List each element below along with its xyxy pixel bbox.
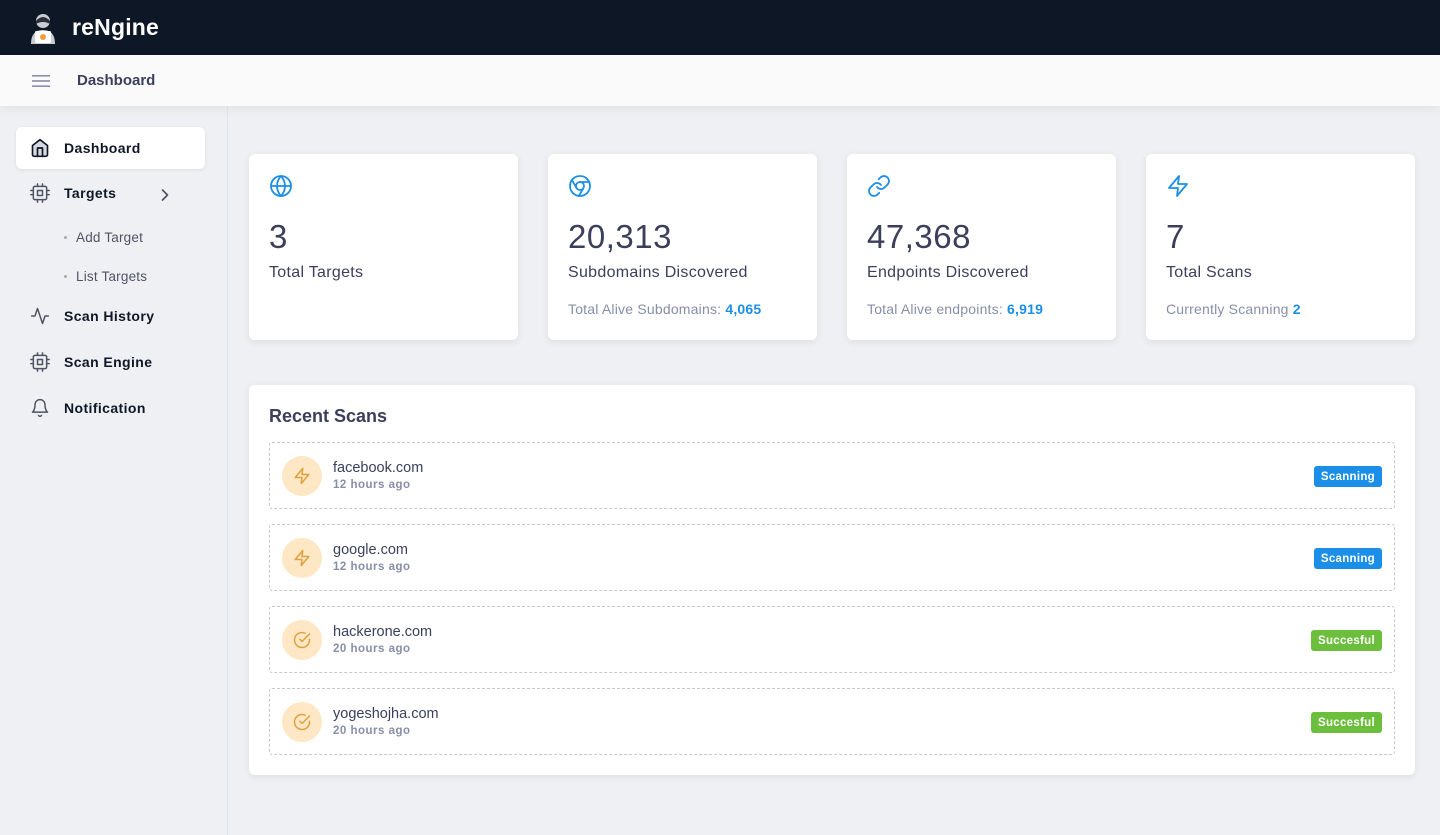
scan-status-icon-wrap	[282, 620, 322, 660]
page-header: Dashboard	[0, 55, 1440, 106]
sidebar-item-label: Notification	[64, 400, 146, 416]
sidebar-subitem-add-target[interactable]: Add Target	[64, 227, 143, 247]
cpu-icon	[30, 352, 50, 372]
stat-subtext: Total Alive endpoints: 6,919	[867, 301, 1043, 317]
stat-card-endpoints: 47,368 Endpoints Discovered Total Alive …	[847, 154, 1116, 340]
status-badge: Succesful	[1310, 630, 1382, 651]
menu-toggle-icon[interactable]	[32, 74, 50, 88]
scan-list-item[interactable]: hackerone.com 20 hours ago Succesful	[269, 606, 1395, 673]
stat-value: 47,368	[867, 218, 971, 255]
scan-domain[interactable]: google.com	[333, 542, 408, 558]
stat-subtext-value: 6,919	[1007, 301, 1044, 317]
stat-label: Subdomains Discovered	[568, 264, 748, 281]
chevron-right-icon[interactable]	[155, 185, 175, 205]
scan-time: 12 hours ago	[333, 561, 411, 573]
scan-time: 12 hours ago	[333, 479, 411, 491]
page-title: Dashboard	[77, 72, 156, 89]
check-circle-icon	[293, 631, 311, 649]
status-badge: Scanning	[1313, 548, 1382, 569]
bell-icon	[31, 398, 49, 418]
stat-subtext: Total Alive Subdomains: 4,065	[568, 301, 761, 317]
home-icon	[31, 138, 49, 158]
stat-card-subdomains: 20,313 Subdomains Discovered Total Alive…	[548, 154, 817, 340]
sidebar-item-scan-engine[interactable]: Scan Engine	[16, 341, 205, 383]
sidebar-item-scan-history[interactable]: Scan History	[16, 295, 205, 337]
stat-value: 20,313	[568, 218, 672, 255]
bullet-dot	[64, 274, 67, 278]
stat-subtext-label: Total Alive endpoints:	[867, 301, 1003, 317]
status-badge: Scanning	[1313, 466, 1382, 487]
chrome-icon	[569, 175, 591, 197]
scan-domain[interactable]: hackerone.com	[333, 624, 432, 640]
zap-icon	[1168, 175, 1188, 197]
sidebar-item-label: Dashboard	[64, 140, 141, 156]
sidebar-subitem-label: Add Target	[76, 229, 144, 245]
stat-value: 7	[1166, 218, 1185, 255]
status-badge: Succesful	[1310, 712, 1382, 733]
stat-value: 3	[269, 218, 288, 255]
scan-status-icon-wrap	[282, 456, 322, 496]
link-icon	[868, 175, 890, 197]
scan-time: 20 hours ago	[333, 643, 411, 655]
zap-icon	[294, 467, 310, 485]
activity-icon	[30, 307, 50, 325]
sidebar-item-targets[interactable]: Targets	[16, 172, 205, 214]
sidebar-subitem-list-targets[interactable]: List Targets	[64, 266, 147, 286]
stat-label: Total Scans	[1166, 264, 1253, 281]
recent-scans-panel: Recent Scans facebook.com 12 hours ago S…	[249, 385, 1415, 775]
scan-list-item[interactable]: yogeshojha.com 20 hours ago Succesful	[269, 688, 1395, 755]
scan-domain[interactable]: facebook.com	[333, 460, 423, 476]
check-circle-icon	[293, 713, 311, 731]
scan-list-item[interactable]: google.com 12 hours ago Scanning	[269, 524, 1395, 591]
stat-subtext-label: Currently Scanning	[1166, 301, 1289, 317]
sidebar-subitem-label: List Targets	[76, 268, 148, 284]
stat-subtext-value: 4,065	[725, 301, 762, 317]
stat-card-total-targets: 3 Total Targets	[249, 154, 518, 340]
bullet-dot	[64, 235, 67, 239]
stat-card-total-scans: 7 Total Scans Currently Scanning 2	[1146, 154, 1415, 340]
sidebar-item-label: Targets	[64, 185, 117, 201]
stat-label: Endpoints Discovered	[867, 264, 1029, 281]
panel-title: Recent Scans	[269, 406, 388, 426]
top-navbar: reNgine	[0, 0, 1440, 55]
sidebar-item-dashboard[interactable]: Dashboard	[16, 127, 205, 169]
globe-icon	[270, 175, 292, 197]
scan-domain[interactable]: yogeshojha.com	[333, 706, 439, 722]
zap-icon	[294, 549, 310, 567]
stat-label: Total Targets	[269, 264, 364, 281]
stat-subtext: Currently Scanning 2	[1166, 301, 1301, 317]
sidebar: Dashboard Targets Add Target List Target…	[0, 106, 228, 835]
scan-status-icon-wrap	[282, 702, 322, 742]
scan-status-icon-wrap	[282, 538, 322, 578]
hacker-logo-icon[interactable]	[26, 11, 60, 45]
stat-subtext-label: Total Alive Subdomains:	[568, 301, 722, 317]
sidebar-item-label: Scan History	[64, 308, 155, 324]
scan-time: 20 hours ago	[333, 725, 411, 737]
cpu-icon	[30, 183, 50, 203]
brand-name[interactable]: reNgine	[72, 14, 159, 41]
sidebar-item-notification[interactable]: Notification	[16, 387, 205, 429]
stat-subtext-value: 2	[1292, 301, 1301, 317]
scan-list-item[interactable]: facebook.com 12 hours ago Scanning	[269, 442, 1395, 509]
sidebar-item-label: Scan Engine	[64, 354, 153, 370]
